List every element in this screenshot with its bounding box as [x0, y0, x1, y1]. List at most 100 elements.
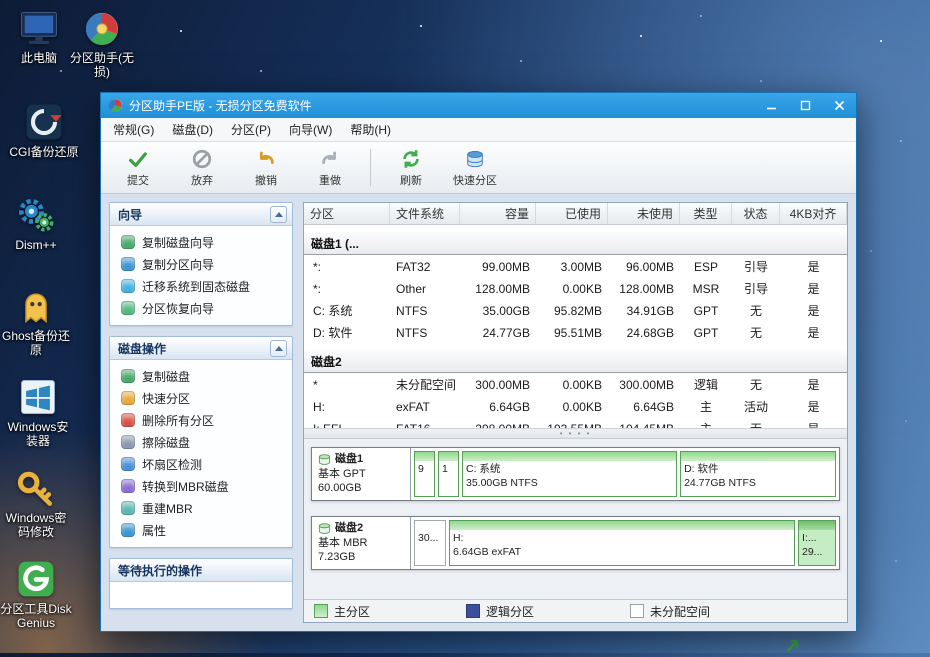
column-header[interactable]: 4KB对齐: [780, 203, 847, 224]
sidebar-item-label: 复制磁盘: [142, 368, 190, 385]
column-header[interactable]: 未使用: [608, 203, 680, 224]
table-cell: GPT: [680, 304, 732, 318]
desktop-icon-windows-password[interactable]: Windows密码修改: [0, 466, 72, 540]
sidebar-item-label: 擦除磁盘: [142, 434, 190, 451]
table-cell: 6.64GB: [460, 400, 536, 414]
sidebar-item[interactable]: 分区恢复向导: [110, 297, 292, 319]
disk-label[interactable]: 磁盘2基本 MBR7.23GB: [312, 517, 411, 569]
pending-operations-panel-header[interactable]: 等待执行的操作: [110, 559, 292, 582]
menu-item[interactable]: 常规(G): [104, 118, 163, 141]
table-cell: 95.51MB: [536, 326, 608, 340]
sidebar-item-label: 转换到MBR磁盘: [142, 478, 229, 495]
table-row[interactable]: I: EFIFAT16298.00MB193.55MB104.45MB主无是: [304, 418, 847, 428]
convert-to-mbr-icon: [121, 479, 135, 493]
table-row[interactable]: H:exFAT6.64GB0.00KB6.64GB主活动是: [304, 396, 847, 417]
minimize-button[interactable]: [754, 93, 788, 118]
desktop-icon-windows-installer[interactable]: Windows安装器: [2, 375, 74, 449]
toolbar-button-label: 重做: [319, 172, 341, 188]
pie-disk-icon: [80, 6, 124, 50]
table-row[interactable]: *:FAT3299.00MB3.00MB96.00MBESP引导是: [304, 256, 847, 277]
sidebar-item[interactable]: 迁移系统到固态磁盘: [110, 275, 292, 297]
sidebar-item[interactable]: 复制分区向导: [110, 253, 292, 275]
legend-label: 未分配空间: [650, 603, 710, 620]
desktop-icon-ghost-backup[interactable]: Ghost备份还原: [0, 284, 72, 358]
window-controls: [754, 93, 856, 118]
partition-block[interactable]: C: 系统35.00GB NTFS: [462, 451, 677, 497]
table-row[interactable]: *未分配空间300.00MB0.00KB300.00MB逻辑无是: [304, 374, 847, 395]
disk-operations-panel-header[interactable]: 磁盘操作: [110, 337, 292, 360]
disk-label[interactable]: 磁盘1基本 GPT60.00GB: [312, 448, 411, 500]
desktop-icon-cgi-backup[interactable]: CGI备份还原: [8, 100, 80, 160]
toolbar-commit-button[interactable]: 提交: [107, 144, 169, 191]
column-header[interactable]: 容量: [460, 203, 536, 224]
sidebar-item[interactable]: 重建MBR: [110, 497, 292, 519]
sidebar-item[interactable]: 快速分区: [110, 387, 292, 409]
collapse-up-icon[interactable]: [270, 206, 287, 223]
sidebar-item[interactable]: 属性: [110, 519, 292, 541]
menu-item[interactable]: 向导(W): [280, 118, 341, 141]
desktop-icon-dism[interactable]: Dism++: [0, 193, 72, 253]
table-row[interactable]: D: 软件NTFS24.77GB95.51MB24.68GBGPT无是: [304, 322, 847, 343]
table-cell: 96.00MB: [608, 260, 680, 274]
legend-swatch-logical: [466, 604, 480, 618]
table-row[interactable]: C: 系统NTFS35.00GB95.82MB34.91GBGPT无是: [304, 300, 847, 321]
sidebar-item-label: 复制分区向导: [142, 256, 214, 273]
sidebar-item[interactable]: 擦除磁盘: [110, 431, 292, 453]
toolbar-redo-button[interactable]: 重做: [299, 144, 361, 191]
sidebar-item[interactable]: 删除所有分区: [110, 409, 292, 431]
table-cell: D: 软件: [304, 324, 390, 341]
table-cell: 活动: [732, 398, 780, 415]
sidebar-item[interactable]: 复制磁盘: [110, 365, 292, 387]
key-icon: [14, 466, 58, 510]
disk-group-row[interactable]: 磁盘1 (...: [304, 232, 847, 255]
splitter-handle[interactable]: [304, 428, 847, 439]
sidebar-item-label: 分区恢复向导: [142, 300, 214, 317]
sidebar-item[interactable]: 复制磁盘向导: [110, 231, 292, 253]
sidebar-item[interactable]: 坏扇区检测: [110, 453, 292, 475]
disk-group-row[interactable]: 磁盘2: [304, 350, 847, 373]
collapse-up-icon[interactable]: [270, 340, 287, 357]
partition-blocks: 91C: 系统35.00GB NTFSD: 软件24.77GB NTFS: [411, 448, 839, 500]
titlebar[interactable]: 分区助手PE版 - 无损分区免费软件: [101, 93, 856, 118]
partition-band: [681, 452, 835, 461]
toolbar-refresh-button[interactable]: 刷新: [380, 144, 442, 191]
maximize-button[interactable]: [788, 93, 822, 118]
toolbar-undo-button[interactable]: 撤销: [235, 144, 297, 191]
toolbar-quick-partition-button[interactable]: 快速分区: [444, 144, 506, 191]
column-header[interactable]: 已使用: [536, 203, 608, 224]
partition-block[interactable]: 30...: [414, 520, 446, 566]
menu-item[interactable]: 帮助(H): [341, 118, 400, 141]
partition-label: C: 系统: [466, 463, 673, 477]
table-row[interactable]: *:Other128.00MB0.00KB128.00MBMSR引导是: [304, 278, 847, 299]
desktop-icon-diskgenius[interactable]: 分区工具DiskGenius: [0, 557, 72, 631]
partition-band: [463, 452, 676, 461]
partition-block[interactable]: 9: [414, 451, 435, 497]
wizard-panel-header[interactable]: 向导: [110, 203, 292, 226]
sidebar-item[interactable]: 转换到MBR磁盘: [110, 475, 292, 497]
column-header[interactable]: 类型: [680, 203, 732, 224]
partition-block[interactable]: H:6.64GB exFAT: [449, 520, 795, 566]
sidebar-item-label: 重建MBR: [142, 500, 193, 517]
table-cell: 0.00KB: [536, 378, 608, 392]
table-cell: 300.00MB: [608, 378, 680, 392]
table-cell: *:: [304, 282, 390, 296]
column-header[interactable]: 文件系统: [390, 203, 460, 224]
partition-block[interactable]: 1: [438, 451, 459, 497]
partition-block[interactable]: I:...29...: [798, 520, 836, 566]
column-header[interactable]: 状态: [732, 203, 780, 224]
column-header[interactable]: 分区: [304, 203, 390, 224]
cgi-icon: [22, 100, 66, 144]
close-button[interactable]: [822, 93, 856, 118]
menu-item[interactable]: 磁盘(D): [163, 118, 222, 141]
desktop-icon-partition-assistant[interactable]: 分区助手(无损): [66, 6, 138, 80]
toolbar-discard-button[interactable]: 放弃: [171, 144, 233, 191]
table-cell: 是: [780, 302, 847, 319]
menu-item[interactable]: 分区(P): [222, 118, 280, 141]
gears-icon: [14, 193, 58, 237]
undo-icon: [255, 148, 277, 170]
partition-block[interactable]: D: 软件24.77GB NTFS: [680, 451, 836, 497]
partition-sublabel: 6.64GB exFAT: [453, 546, 791, 560]
discard-icon: [191, 148, 213, 170]
partition-label: D: 软件: [684, 463, 832, 477]
desktop-icon-this-pc[interactable]: 此电脑: [3, 6, 75, 66]
